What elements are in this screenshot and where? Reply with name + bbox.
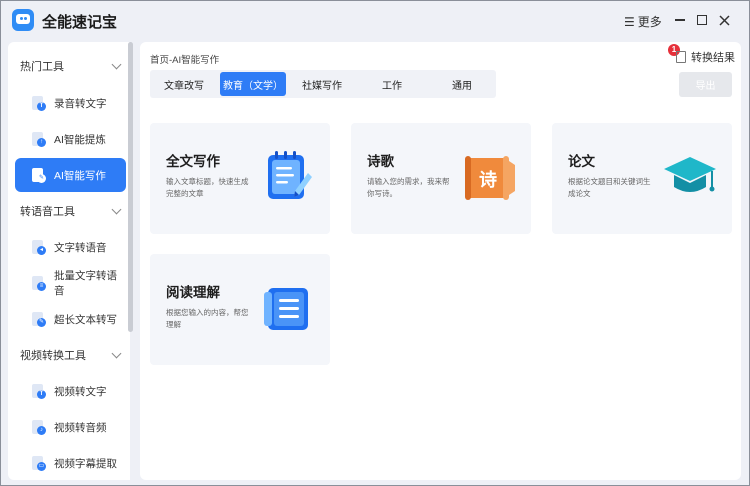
card-title: 全文写作 [166, 154, 220, 169]
sidebar: 热门工具 T 录音转文字 ↑ AI智能提炼 ✎ AI智能写作 转语音工具 ◂ 文… [8, 42, 130, 480]
notepad-pen-icon [268, 151, 312, 199]
video-to-text-icon: T [31, 383, 46, 399]
card-reading-comprehension[interactable]: 阅读理解 根据您输入的内容，帮您理解 [150, 254, 330, 365]
sidebar-item-long-text[interactable]: ✎ 超长文本转写 [15, 302, 126, 336]
sidebar-item-label: 超长文本转写 [54, 313, 117, 326]
sidebar-group-hot-tools[interactable]: 热门工具 [8, 54, 130, 78]
group-title: 热门工具 [20, 61, 64, 73]
card-title: 论文 [568, 154, 595, 169]
category-tabs: 文章改写 教育（文学） 社媒写作 工作 通用 [150, 70, 496, 98]
sidebar-item-text-to-speech[interactable]: ◂ 文字转语音 [15, 230, 126, 264]
group-title: 视频转换工具 [20, 350, 86, 362]
chevron-down-icon [111, 348, 122, 358]
chevron-down-icon [111, 204, 122, 214]
document-icon [676, 51, 686, 63]
sidebar-item-ai-extract[interactable]: ↑ AI智能提炼 [15, 122, 126, 156]
tab-general[interactable]: 通用 [428, 70, 496, 98]
long-text-icon: ✎ [31, 311, 46, 327]
card-description: 请输入您的需求，我来帮你写诗。 [367, 177, 450, 198]
card-poetry[interactable]: 诗歌 请输入您的需求，我来帮你写诗。 诗 [351, 123, 531, 234]
minimize-icon [675, 19, 685, 21]
group-title: 转语音工具 [20, 206, 75, 218]
menu-icon: ☰ [624, 14, 635, 29]
subtitle-icon: ▭ [31, 455, 46, 471]
poem-scroll-icon: 诗 [465, 151, 515, 203]
sidebar-item-video-to-audio[interactable]: ♪ 视频转音频 [15, 410, 126, 444]
sidebar-item-ai-write[interactable]: ✎ AI智能写作 [15, 158, 126, 192]
card-full-text-writing[interactable]: 全文写作 输入文章标题，快速生成完整的文章 [150, 123, 330, 234]
tab-article-rewrite[interactable]: 文章改写 [150, 70, 218, 98]
batch-speech-icon: ≡ [31, 275, 46, 291]
document-book-icon [264, 288, 308, 330]
sidebar-item-label: AI智能提炼 [54, 133, 106, 146]
close-icon [718, 14, 730, 26]
conversion-result-label: 转换结果 [691, 52, 735, 64]
chevron-down-icon [111, 59, 122, 69]
card-title: 诗歌 [367, 154, 394, 169]
poem-glyph: 诗 [479, 170, 497, 191]
title-bar: 全能速记宝 ☰ 更多 [0, 0, 750, 40]
tab-social-media[interactable]: 社媒写作 [288, 70, 356, 98]
sidebar-item-video-to-text[interactable]: T 视频转文字 [15, 374, 126, 408]
more-menu-button[interactable]: ☰ 更多 [624, 13, 662, 30]
video-to-audio-icon: ♪ [31, 419, 46, 435]
ai-extract-icon: ↑ [31, 131, 46, 147]
graduation-cap-icon [664, 157, 716, 192]
main-panel: 首页-AI智能写作 1 转换结果 文章改写 教育（文学） 社媒写作 工作 通用 … [140, 42, 741, 480]
text-to-speech-icon: ◂ [31, 239, 46, 255]
sidebar-scrollbar[interactable] [128, 42, 133, 332]
app-title: 全能速记宝 [42, 14, 118, 31]
close-button[interactable] [716, 12, 732, 28]
app-logo-icon [12, 9, 34, 31]
sidebar-item-label: 视频转文字 [54, 385, 107, 398]
sidebar-item-label: 文字转语音 [54, 241, 107, 254]
maximize-icon [697, 15, 707, 25]
tab-education-literature[interactable]: 教育（文学） [220, 72, 286, 96]
maximize-button[interactable] [694, 12, 710, 28]
breadcrumb[interactable]: 首页-AI智能写作 [150, 52, 219, 66]
audio-doc-icon: T [31, 95, 46, 111]
sidebar-item-label: 录音转文字 [54, 97, 107, 110]
sidebar-item-label: 批量文字转语音 [54, 270, 117, 297]
more-label: 更多 [637, 15, 662, 29]
sidebar-item-label: 视频转音频 [54, 421, 107, 434]
ai-write-icon: ✎ [31, 167, 46, 183]
sidebar-group-speech-tools[interactable]: 转语音工具 [8, 199, 130, 223]
sidebar-item-audio-to-text[interactable]: T 录音转文字 [15, 86, 126, 120]
sidebar-item-subtitle-extract[interactable]: ▭ 视频字幕提取 [15, 446, 126, 480]
sidebar-item-batch-speech[interactable]: ≡ 批量文字转语音 [15, 266, 126, 300]
conversion-result-button[interactable]: 转换结果 [676, 49, 735, 65]
sidebar-group-video-tools[interactable]: 视频转换工具 [8, 343, 130, 367]
sidebar-item-label: 视频字幕提取 [54, 457, 117, 470]
sidebar-item-label: AI智能写作 [54, 169, 106, 182]
card-title: 阅读理解 [166, 285, 220, 300]
minimize-button[interactable] [672, 12, 688, 28]
tab-work[interactable]: 工作 [358, 70, 426, 98]
card-description: 输入文章标题，快速生成完整的文章 [166, 177, 249, 198]
card-description: 根据论文题目和关键词生成论文 [568, 177, 651, 198]
card-thesis[interactable]: 论文 根据论文题目和关键词生成论文 [552, 123, 732, 234]
export-button[interactable]: 导出 [679, 72, 732, 97]
card-description: 根据您输入的内容，帮您理解 [166, 308, 249, 329]
